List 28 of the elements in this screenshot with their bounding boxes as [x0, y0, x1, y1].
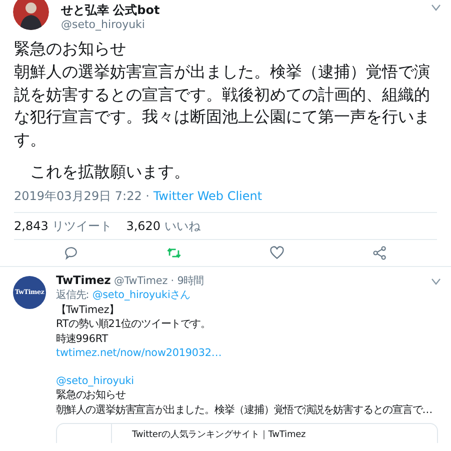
chevron-down-icon[interactable] — [431, 4, 441, 12]
link-card[interactable]: Twitterの人気ランキングサイト｜TwTimez — [56, 423, 438, 444]
tweet-text: RTの勢い順21位のツイートです。 — [56, 318, 210, 330]
card-title: Twitterの人気ランキングサイト｜TwTimez — [131, 428, 306, 442]
tweet-text: 【TwTimez】 — [56, 304, 120, 316]
mention-link[interactable]: @seto_hiroyukiさん — [92, 289, 190, 302]
separator-dot: · — [170, 274, 174, 287]
display-name[interactable]: せと弘幸 公式bot — [61, 0, 419, 18]
tweet-text: 朝鮮人の選挙妨害宣言が出ました。検挙（逮捕）覚悟で演説を妨害するとの宣言で… — [56, 404, 433, 416]
stat-count[interactable]: 2,843 リツイート — [14, 218, 112, 234]
time-ago[interactable]: 9時間 — [177, 274, 204, 287]
user-handle[interactable]: @TwTimez — [114, 274, 168, 287]
tweet-text: 緊急のお知らせ — [56, 389, 126, 402]
avatar[interactable] — [13, 0, 49, 30]
reply-label: 返信先: — [56, 289, 90, 302]
user-handle[interactable]: @seto_hiroyuki — [61, 18, 419, 32]
separator-dot: · — [146, 188, 150, 203]
tweet-text: 時速996RT — [56, 332, 108, 345]
chevron-down-icon[interactable] — [431, 278, 441, 286]
client-link[interactable]: Twitter Web Client — [153, 188, 262, 203]
tweet-link[interactable]: @seto_hiroyuki — [56, 374, 134, 387]
stat-count[interactable]: 3,620 いいね — [126, 218, 200, 234]
tweet-link[interactable]: twtimez.net/now/now2019032… — [56, 347, 222, 360]
timestamp[interactable]: 2019年03月29日 7:22 — [14, 188, 142, 203]
display-name[interactable]: TwTimez — [56, 272, 111, 287]
tweet-text: これを拡散願います。 — [29, 160, 191, 183]
tweet-text: 緊急のお知らせ — [14, 38, 127, 60]
tweet-text: 朝鮮人の選挙妨害宣言が出ました。検挙（逮捕）覚悟で演説を妨害するとの宣言です。戦後初めての計画的、組織的な犯行宣言です。我々は断固池上公園にて第一声を行います。 — [14, 60, 431, 152]
